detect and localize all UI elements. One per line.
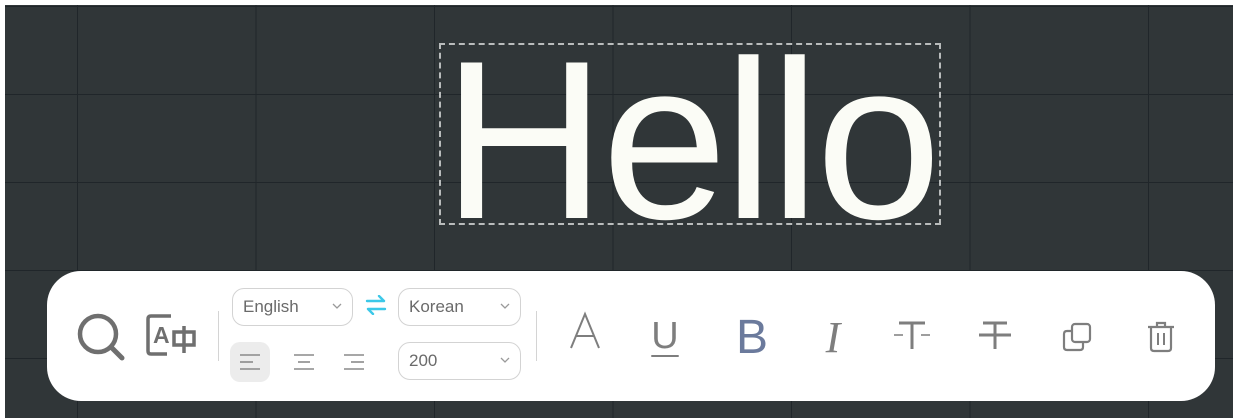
underline-button[interactable]: U [643, 311, 687, 361]
text-element[interactable]: Hello [442, 27, 941, 253]
source-language-value: English [243, 297, 299, 316]
align-center-icon [294, 354, 314, 370]
chevron-down-icon [500, 303, 510, 309]
bold-button[interactable]: B [730, 310, 774, 364]
divider [218, 311, 219, 361]
font-size-select[interactable]: 200 [398, 342, 521, 380]
trash-icon [1148, 321, 1174, 353]
align-left-icon [240, 354, 260, 370]
bold-icon: B [735, 310, 768, 364]
target-language-value: Korean [409, 297, 464, 316]
translate-icon[interactable]: A [144, 311, 200, 361]
font-size-value: 200 [409, 351, 438, 370]
font-color-button[interactable]: A [561, 307, 609, 359]
duplicate-icon [1062, 322, 1092, 352]
duplicate-button[interactable] [1057, 317, 1097, 357]
italic-icon: I [825, 312, 841, 362]
swap-arrows-icon [365, 295, 387, 315]
chevron-down-icon [500, 357, 510, 363]
target-language-select[interactable]: Korean [398, 288, 521, 326]
align-right-icon [344, 354, 364, 370]
text-toolbar: A English Korean 200 U B I [47, 271, 1215, 401]
text-strike-top-icon [894, 321, 930, 349]
font-color-icon [569, 311, 601, 355]
source-language-select[interactable]: English [232, 288, 353, 326]
chevron-down-icon [332, 303, 342, 309]
strikethrough-icon [979, 321, 1011, 349]
search-icon[interactable] [73, 309, 129, 365]
selected-text-box[interactable]: Hello [439, 27, 942, 253]
svg-text:A: A [153, 322, 170, 348]
align-left-button[interactable] [230, 342, 270, 382]
italic-button[interactable]: I [813, 311, 853, 363]
align-right-button[interactable] [334, 342, 374, 382]
underline-icon: U [651, 314, 679, 357]
delete-button[interactable] [1141, 317, 1181, 357]
swap-languages-button[interactable] [363, 293, 389, 317]
divider [536, 311, 537, 361]
align-center-button[interactable] [284, 342, 324, 382]
overline-button[interactable] [890, 313, 934, 357]
strikethrough-button[interactable] [973, 313, 1017, 357]
